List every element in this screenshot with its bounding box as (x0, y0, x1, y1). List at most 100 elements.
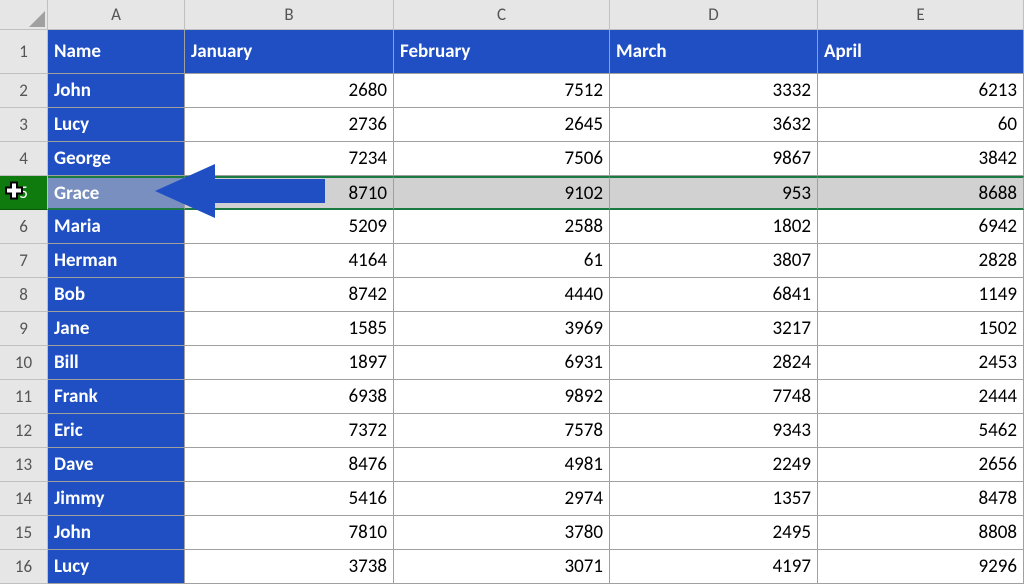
cell-name[interactable]: Jane (48, 312, 185, 346)
cell[interactable]: 60 (818, 108, 1024, 142)
row-header-13[interactable]: 13 (0, 448, 48, 482)
cell[interactable]: 5462 (818, 414, 1024, 448)
cell-name[interactable]: Dave (48, 448, 185, 482)
cell[interactable]: 8742 (185, 278, 394, 312)
cell[interactable]: 6931 (394, 346, 610, 380)
header-march[interactable]: March (610, 30, 818, 74)
cell[interactable]: 7578 (394, 414, 610, 448)
cell[interactable]: 3842 (818, 142, 1024, 176)
cell-name[interactable]: Frank (48, 380, 185, 414)
column-header-d[interactable]: D (610, 0, 818, 30)
header-january[interactable]: January (185, 30, 394, 74)
cell[interactable]: 3969 (394, 312, 610, 346)
cell[interactable]: 2495 (610, 516, 818, 550)
cell[interactable]: 2453 (818, 346, 1024, 380)
cell[interactable]: 9867 (610, 142, 818, 176)
cell[interactable]: 6841 (610, 278, 818, 312)
column-header-b[interactable]: B (185, 0, 394, 30)
row-header-7[interactable]: 7 (0, 244, 48, 278)
cell[interactable]: 5416 (185, 482, 394, 516)
row-header-3[interactable]: 3 (0, 108, 48, 142)
cell[interactable]: 9343 (610, 414, 818, 448)
cell[interactable]: 8476 (185, 448, 394, 482)
cell[interactable]: 8710 (185, 176, 394, 210)
column-header-e[interactable]: E (818, 0, 1024, 30)
row-header-16[interactable]: 16 (0, 550, 48, 584)
cell[interactable]: 1897 (185, 346, 394, 380)
cell[interactable]: 7372 (185, 414, 394, 448)
column-header-c[interactable]: C (394, 0, 610, 30)
cell[interactable]: 5209 (185, 210, 394, 244)
cell[interactable]: 4440 (394, 278, 610, 312)
cell[interactable]: 1585 (185, 312, 394, 346)
cell-name[interactable]: Eric (48, 414, 185, 448)
cell[interactable]: 2645 (394, 108, 610, 142)
row-header-11[interactable]: 11 (0, 380, 48, 414)
row-header-15[interactable]: 15 (0, 516, 48, 550)
cell[interactable]: 2974 (394, 482, 610, 516)
cell[interactable]: 2656 (818, 448, 1024, 482)
row-header-4[interactable]: 4 (0, 142, 48, 176)
cell[interactable]: 7748 (610, 380, 818, 414)
cell[interactable]: 2828 (818, 244, 1024, 278)
cell[interactable]: 3217 (610, 312, 818, 346)
cell-name[interactable]: Jimmy (48, 482, 185, 516)
select-all-corner[interactable] (0, 0, 48, 30)
cell[interactable]: 8478 (818, 482, 1024, 516)
cell[interactable]: 4981 (394, 448, 610, 482)
row-header-2[interactable]: 2 (0, 74, 48, 108)
row-header-1[interactable]: 1 (0, 30, 48, 74)
cell[interactable]: 3807 (610, 244, 818, 278)
row-header-10[interactable]: 10 (0, 346, 48, 380)
cell[interactable]: 7810 (185, 516, 394, 550)
cell-name[interactable]: Maria (48, 210, 185, 244)
column-header-a[interactable]: A (48, 0, 185, 30)
cell-name[interactable]: John (48, 74, 185, 108)
cell-name[interactable]: Herman (48, 244, 185, 278)
cell[interactable]: 7506 (394, 142, 610, 176)
cell[interactable]: 2588 (394, 210, 610, 244)
cell[interactable]: 9102 (394, 176, 610, 210)
cell[interactable]: 2249 (610, 448, 818, 482)
cell[interactable]: 4197 (610, 550, 818, 584)
cell-name[interactable]: Lucy (48, 550, 185, 584)
cell[interactable]: 6213 (818, 74, 1024, 108)
header-name[interactable]: Name (48, 30, 185, 74)
cell[interactable]: 2680 (185, 74, 394, 108)
header-february[interactable]: February (394, 30, 610, 74)
cell[interactable]: 3332 (610, 74, 818, 108)
cell[interactable]: 8808 (818, 516, 1024, 550)
row-header-5[interactable]: 5 (0, 176, 48, 210)
header-april[interactable]: April (818, 30, 1024, 74)
row-header-6[interactable]: 6 (0, 210, 48, 244)
row-header-12[interactable]: 12 (0, 414, 48, 448)
row-header-9[interactable]: 9 (0, 312, 48, 346)
cell-name[interactable]: John (48, 516, 185, 550)
cell[interactable]: 3071 (394, 550, 610, 584)
cell[interactable]: 1149 (818, 278, 1024, 312)
cell[interactable]: 7234 (185, 142, 394, 176)
row-header-8[interactable]: 8 (0, 278, 48, 312)
cell[interactable]: 3780 (394, 516, 610, 550)
cell[interactable]: 3738 (185, 550, 394, 584)
cell-name[interactable]: George (48, 142, 185, 176)
cell[interactable]: 1802 (610, 210, 818, 244)
cell[interactable]: 1502 (818, 312, 1024, 346)
cell[interactable]: 61 (394, 244, 610, 278)
cell[interactable]: 2736 (185, 108, 394, 142)
cell[interactable]: 1357 (610, 482, 818, 516)
cell[interactable]: 7512 (394, 74, 610, 108)
cell[interactable]: 3632 (610, 108, 818, 142)
cell[interactable]: 2824 (610, 346, 818, 380)
row-header-14[interactable]: 14 (0, 482, 48, 516)
cell[interactable]: 6938 (185, 380, 394, 414)
cell[interactable]: 9892 (394, 380, 610, 414)
cell[interactable]: 9296 (818, 550, 1024, 584)
cell-name[interactable]: Bill (48, 346, 185, 380)
cell[interactable]: 8688 (818, 176, 1024, 210)
cell-name[interactable]: Lucy (48, 108, 185, 142)
cell[interactable]: 953 (610, 176, 818, 210)
cell-name[interactable]: Bob (48, 278, 185, 312)
cell[interactable]: 6942 (818, 210, 1024, 244)
cell-name[interactable]: Grace (48, 176, 185, 210)
